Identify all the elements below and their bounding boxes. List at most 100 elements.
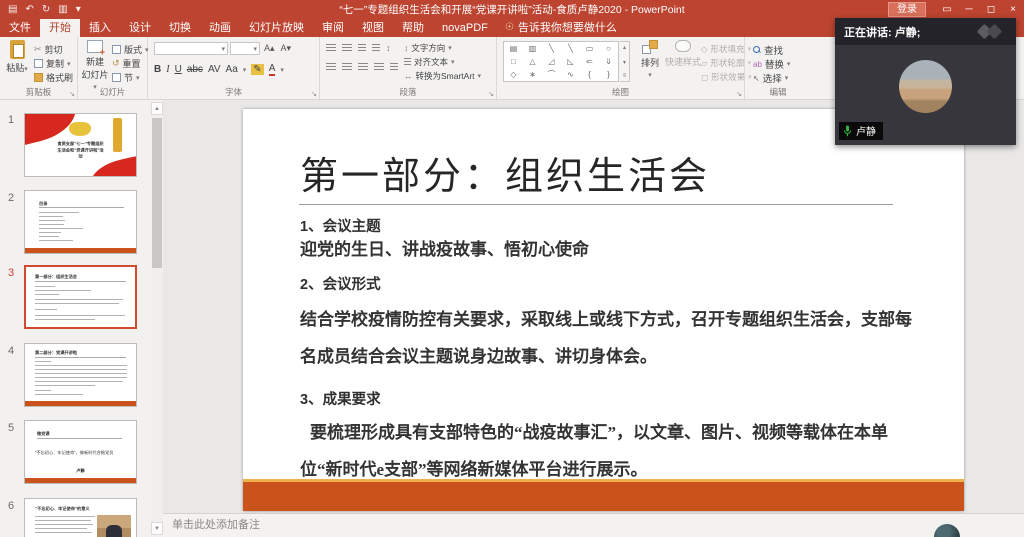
bullets-icon[interactable] bbox=[326, 44, 336, 52]
tell-me-box[interactable]: ☉ 告诉我你想要做什么 bbox=[497, 19, 625, 37]
tab-insert[interactable]: 插入 bbox=[80, 19, 120, 37]
shape-cell[interactable]: △ bbox=[523, 55, 542, 68]
dialog-launcher-icon[interactable]: ↘ bbox=[311, 90, 317, 98]
slide-thumbnail-6[interactable]: “不忘初心、牢记使命”的意义 bbox=[24, 498, 137, 537]
paste-button[interactable]: 粘贴▾ bbox=[4, 40, 30, 74]
tab-view[interactable]: 视图 bbox=[353, 19, 393, 37]
scroll-down-icon[interactable]: ▼ bbox=[151, 522, 163, 535]
login-button[interactable]: 登录 bbox=[888, 2, 926, 17]
shape-fill-button[interactable]: ◇形状填充▾ bbox=[701, 43, 751, 55]
highlight-button[interactable]: ✎ bbox=[251, 64, 263, 75]
scroll-up-icon[interactable]: ▲ bbox=[151, 102, 163, 115]
shape-cell[interactable]: ▭ bbox=[580, 42, 599, 55]
shape-cell[interactable]: { bbox=[580, 68, 599, 81]
shape-cell[interactable]: ⇐ bbox=[580, 55, 599, 68]
restore-button[interactable]: ◻ bbox=[980, 0, 1002, 19]
thumbnail-scrollbar[interactable]: ▲ ▼ bbox=[151, 102, 163, 535]
slide-thumbnail-4[interactable]: 第二部分：党课开讲啦 bbox=[24, 343, 137, 407]
shape-cell[interactable]: ∗ bbox=[523, 68, 542, 81]
shrink-font-button[interactable]: A▾ bbox=[279, 43, 294, 54]
dialog-launcher-icon[interactable]: ↘ bbox=[736, 90, 742, 98]
slide-body[interactable]: 1、会议主题 迎党的生日、讲战疫故事、悟初心使命 2、会议形式 结合学校疫情防控… bbox=[300, 210, 914, 488]
undo-icon[interactable]: ↶ bbox=[25, 4, 33, 15]
slide-thumbnail-1[interactable]: 食质支部“七一”专题组织生活会和“党课开讲啦”活动 bbox=[24, 113, 137, 177]
shape-cell[interactable]: ⌒ bbox=[542, 68, 561, 81]
tab-review[interactable]: 审阅 bbox=[313, 19, 353, 37]
select-button[interactable]: ↖选择▾ bbox=[753, 71, 788, 85]
shape-outline-button[interactable]: ▱形状轮廓▾ bbox=[701, 57, 751, 69]
slide-title[interactable]: 第一部分：组织生活会 bbox=[300, 145, 710, 200]
align-right-icon[interactable] bbox=[358, 63, 368, 71]
line-spacing-icon[interactable]: ↕ bbox=[386, 43, 391, 53]
redo-icon[interactable]: ↻ bbox=[42, 4, 50, 15]
qat-more-icon[interactable]: ▾ bbox=[76, 4, 81, 15]
bold-button[interactable]: B bbox=[154, 64, 161, 75]
tab-slideshow[interactable]: 幻灯片放映 bbox=[240, 19, 313, 37]
tab-home[interactable]: 开始 bbox=[40, 19, 80, 37]
shape-cell[interactable]: ○ bbox=[599, 42, 618, 55]
tab-transitions[interactable]: 切换 bbox=[160, 19, 200, 37]
cut-button[interactable]: ✂剪切 bbox=[34, 43, 63, 56]
section-button[interactable]: 节▾ bbox=[112, 71, 140, 84]
tab-animations[interactable]: 动画 bbox=[200, 19, 240, 37]
font-color-button[interactable]: A bbox=[269, 63, 276, 76]
justify-icon[interactable] bbox=[374, 63, 384, 71]
underline-button[interactable]: U bbox=[175, 64, 182, 75]
indent-increase-icon[interactable] bbox=[372, 44, 380, 52]
slide-thumbnail-5[interactable]: 微党课 “不忘初心、牢记使命”，做新时代合格党员 卢静 bbox=[24, 420, 137, 484]
shape-cell[interactable]: } bbox=[599, 68, 618, 81]
strikethrough-button[interactable]: abc bbox=[187, 64, 203, 75]
find-button[interactable]: 查找 bbox=[753, 43, 783, 57]
notes-pane[interactable]: 单击此处添加备注 bbox=[163, 513, 1024, 537]
italic-button[interactable]: I bbox=[166, 64, 169, 75]
font-size-combo[interactable]: ▾ bbox=[230, 42, 260, 55]
ribbon-options-icon[interactable]: ▭ bbox=[936, 0, 958, 19]
scrollbar-thumb[interactable] bbox=[152, 118, 162, 268]
shapes-gallery-scrollbar[interactable]: ▴▾≡ bbox=[620, 41, 630, 82]
shape-cell[interactable]: ◿ bbox=[542, 55, 561, 68]
replace-button[interactable]: ab替换▾ bbox=[753, 57, 790, 71]
dialog-launcher-icon[interactable]: ↘ bbox=[488, 90, 494, 98]
quick-styles-button[interactable]: 快速样式 bbox=[665, 40, 701, 68]
shape-cell[interactable]: ╲ bbox=[542, 42, 561, 55]
tab-design[interactable]: 设计 bbox=[120, 19, 160, 37]
tab-file[interactable]: 文件 bbox=[0, 19, 40, 37]
tab-novapdf[interactable]: novaPDF bbox=[433, 19, 497, 37]
shape-effects-button[interactable]: ◻形状效果▾ bbox=[701, 71, 752, 83]
format-painter-button[interactable]: 格式刷 bbox=[34, 71, 73, 84]
align-text-button[interactable]: 对齐文本▾ bbox=[404, 56, 455, 68]
shape-cell[interactable]: ⇓ bbox=[599, 55, 618, 68]
close-button[interactable]: × bbox=[1002, 0, 1024, 19]
font-name-combo[interactable]: ▾ bbox=[154, 42, 228, 55]
smartart-button[interactable]: ↔转换为SmartArt▾ bbox=[404, 70, 481, 82]
start-slideshow-icon[interactable]: ▥ bbox=[58, 4, 67, 15]
save-icon[interactable]: ▤ bbox=[8, 4, 17, 15]
reset-button[interactable]: ↺重置 bbox=[112, 57, 141, 70]
character-spacing-button[interactable]: AV bbox=[208, 64, 221, 75]
shape-cell[interactable]: □ bbox=[504, 55, 523, 68]
meeting-overlay[interactable]: 正在讲话: 卢静; 卢静 bbox=[835, 18, 1016, 145]
indent-decrease-icon[interactable] bbox=[358, 44, 366, 52]
align-left-icon[interactable] bbox=[326, 63, 336, 71]
tab-help[interactable]: 帮助 bbox=[393, 19, 433, 37]
copy-button[interactable]: 复制▾ bbox=[34, 57, 71, 70]
align-center-icon[interactable] bbox=[342, 63, 352, 71]
slide-thumbnail-2[interactable]: 目录 bbox=[24, 190, 137, 254]
shape-cell[interactable]: ◇ bbox=[504, 68, 523, 81]
current-slide[interactable]: 第一部分：组织生活会 1、会议主题 迎党的生日、讲战疫故事、悟初心使命 2、会议… bbox=[243, 109, 964, 511]
slide-thumbnail-3-selected[interactable]: 第一部分：组织生活会 bbox=[24, 265, 137, 329]
shape-cell[interactable]: ▤ bbox=[504, 42, 523, 55]
shape-cell[interactable]: ╲ bbox=[561, 42, 580, 55]
shape-cell[interactable]: ▥ bbox=[523, 42, 542, 55]
new-slide-button[interactable]: 新建幻灯片▾ bbox=[80, 40, 110, 91]
arrange-button[interactable]: 排列▾ bbox=[635, 40, 665, 79]
dialog-launcher-icon[interactable]: ↘ bbox=[69, 90, 75, 98]
grow-font-button[interactable]: A▴ bbox=[262, 43, 277, 54]
layout-button[interactable]: 版式▾ bbox=[112, 43, 149, 56]
change-case-button[interactable]: Aa bbox=[226, 64, 238, 75]
shape-cell[interactable]: ∿ bbox=[561, 68, 580, 81]
shape-cell[interactable]: ◺ bbox=[561, 55, 580, 68]
text-direction-button[interactable]: ↕文字方向▾ bbox=[404, 42, 452, 54]
columns-icon[interactable] bbox=[390, 63, 398, 71]
minimize-button[interactable]: ─ bbox=[958, 0, 980, 19]
